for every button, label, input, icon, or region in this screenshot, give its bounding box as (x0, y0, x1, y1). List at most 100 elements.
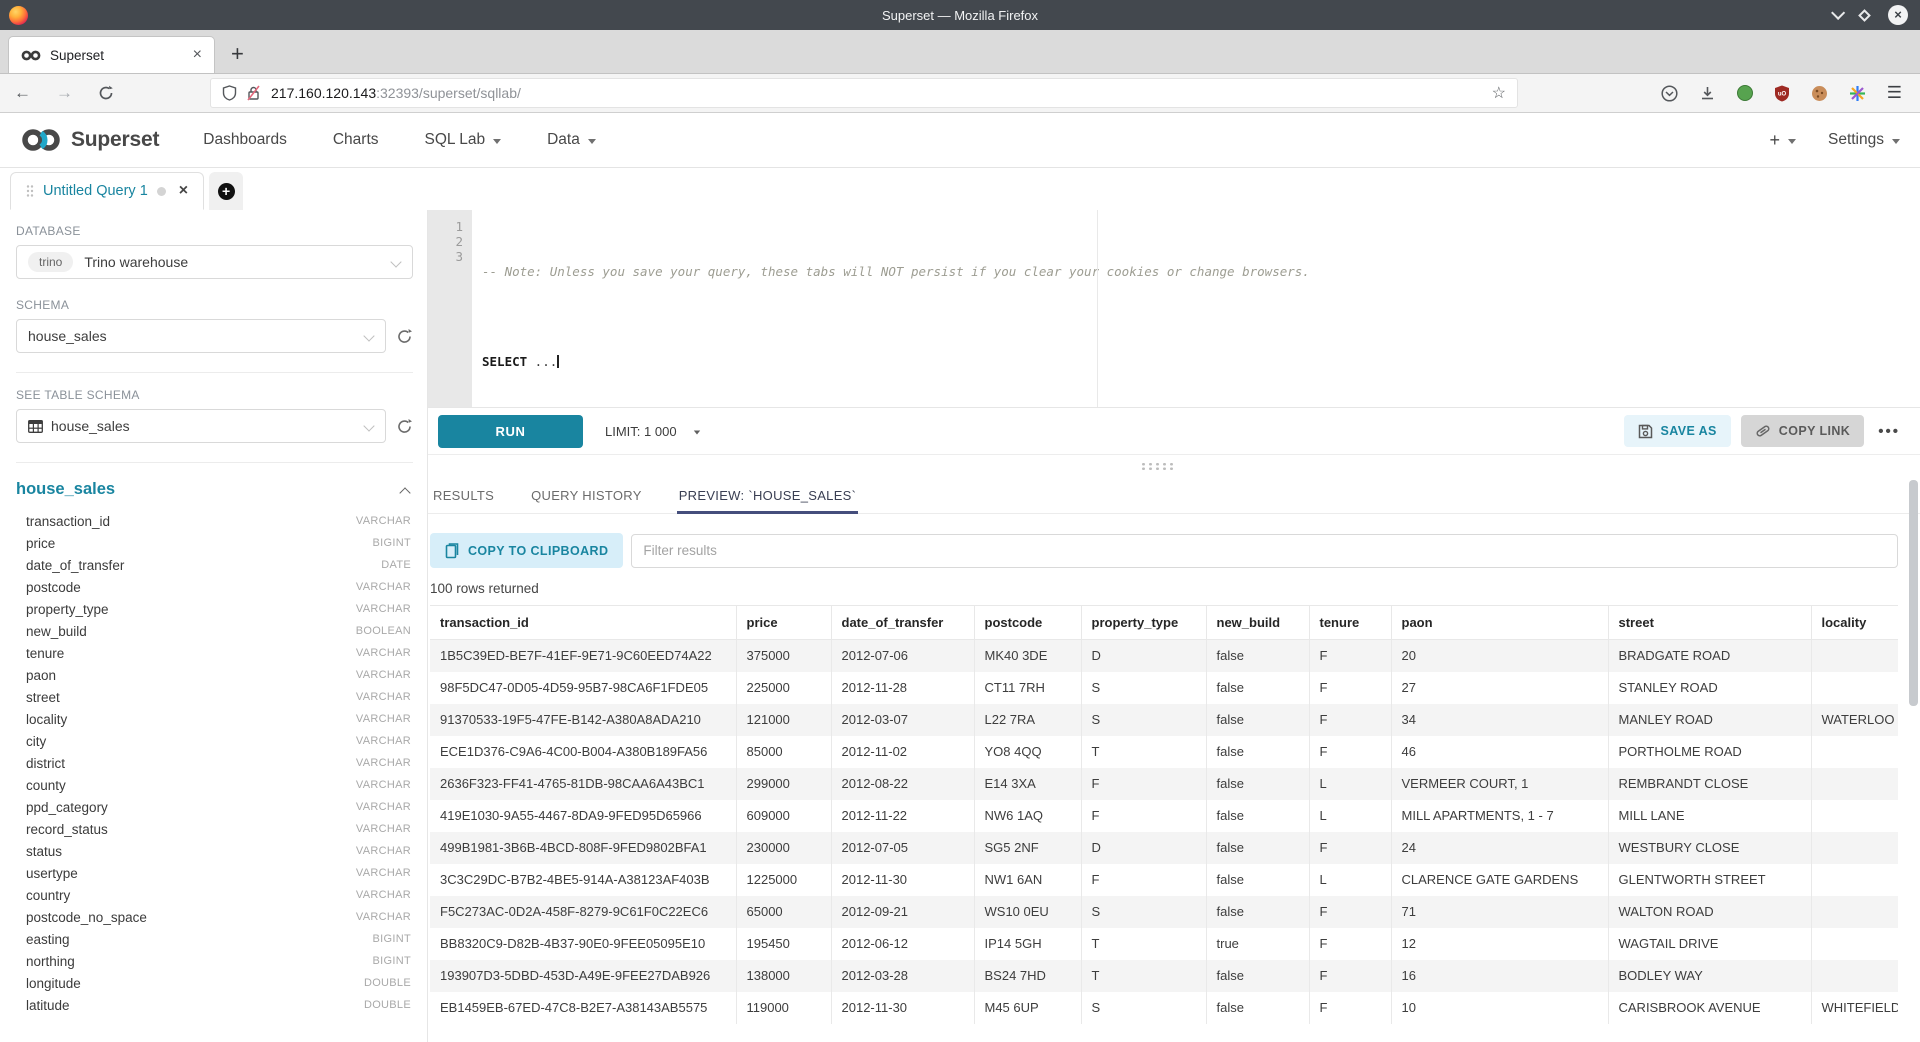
schema-column-row[interactable]: property_typeVARCHAR (16, 598, 413, 620)
nav-item-sql-lab[interactable]: SQL Lab (425, 131, 502, 149)
column-header[interactable]: postcode (974, 606, 1081, 640)
copy-to-clipboard-button[interactable]: COPY TO CLIPBOARD (430, 533, 623, 568)
add-new-button[interactable]: + (1769, 130, 1796, 151)
add-query-tab[interactable]: + (209, 172, 243, 210)
schema-select[interactable]: house_sales (16, 319, 386, 353)
back-icon[interactable]: ← (14, 83, 31, 103)
padlock-crossed-icon[interactable] (246, 85, 261, 101)
run-button[interactable]: RUN (438, 415, 583, 448)
sql-editor[interactable]: 1 2 3 -- Note: Unless you save your quer… (428, 210, 1920, 408)
column-header[interactable]: paon (1391, 606, 1608, 640)
pocket-icon[interactable] (1661, 85, 1678, 102)
page-scrollbar-thumb[interactable] (1909, 480, 1918, 706)
schema-column-row[interactable]: usertypeVARCHAR (16, 862, 413, 884)
superset-brand[interactable]: Superset (20, 126, 159, 154)
table-row[interactable]: 3C3C29DC-B7B2-4BE5-914A-A38123AF403B1225… (430, 864, 1898, 896)
column-header[interactable]: date_of_transfer (831, 606, 974, 640)
schema-column-row[interactable]: streetVARCHAR (16, 686, 413, 708)
window-maximize-icon[interactable] (1858, 9, 1871, 22)
database-select[interactable]: trino Trino warehouse (16, 245, 413, 279)
menu-icon[interactable]: ☰ (1887, 83, 1902, 103)
forward-icon[interactable]: → (56, 83, 73, 103)
cookie-icon[interactable] (1811, 85, 1828, 102)
schema-column-row[interactable]: longitudeDOUBLE (16, 972, 413, 994)
schema-column-row[interactable]: eastingBIGINT (16, 928, 413, 950)
schema-column-row[interactable]: statusVARCHAR (16, 840, 413, 862)
save-as-button[interactable]: SAVE AS (1624, 415, 1731, 447)
nav-item-data[interactable]: Data (547, 131, 596, 149)
table-row[interactable]: 91370533-19F5-47FE-B142-A380A8ADA2101210… (430, 704, 1898, 736)
table-row[interactable]: 193907D3-5DBD-453D-A49E-9FEE27DAB9261380… (430, 960, 1898, 992)
schema-column-row[interactable]: localityVARCHAR (16, 708, 413, 730)
table-row[interactable]: EB1459EB-67ED-47C8-B2E7-A38143AB55751190… (430, 992, 1898, 1024)
table-row[interactable]: BB8320C9-D82B-4B37-90E0-9FEE05095E101954… (430, 928, 1898, 960)
column-header[interactable]: property_type (1081, 606, 1206, 640)
download-icon[interactable] (1699, 85, 1716, 102)
table-schema-heading[interactable]: house_sales (16, 480, 115, 499)
column-header[interactable]: locality (1811, 606, 1898, 640)
window-minimize-icon[interactable] (1831, 6, 1845, 20)
table-row[interactable]: 1B5C39ED-BE7F-41EF-9E71-9C60EED74A223750… (430, 640, 1898, 672)
schema-column-row[interactable]: transaction_idVARCHAR (16, 510, 413, 532)
ublock-icon[interactable]: uO (1774, 85, 1790, 102)
limit-dropdown[interactable]: LIMIT: 1 000 (605, 424, 701, 439)
drag-handle-icon[interactable] (26, 184, 34, 198)
url-bar[interactable]: 217.160.120.143:32393/superset/sqllab/ ☆ (210, 78, 1518, 108)
nav-item-dashboards[interactable]: Dashboards (203, 131, 287, 149)
table-row[interactable]: 98F5DC47-0D05-4D59-95B7-98CA6F1FDE052250… (430, 672, 1898, 704)
south-tab-results[interactable]: RESULTS (431, 477, 496, 513)
table-row[interactable]: ECE1D376-C9A6-4C00-B004-A380B189FA568500… (430, 736, 1898, 768)
south-tab-query-history[interactable]: QUERY HISTORY (529, 477, 644, 513)
south-tab-preview[interactable]: PREVIEW: `HOUSE_SALES` (677, 477, 859, 513)
nav-item-label: Dashboards (203, 131, 287, 149)
filter-results-input[interactable] (631, 534, 1898, 568)
editor-code-area[interactable]: -- Note: Unless you save your query, the… (472, 210, 1920, 407)
schema-column-row[interactable]: priceBIGINT (16, 532, 413, 554)
reload-icon[interactable] (98, 85, 114, 101)
column-header[interactable]: street (1608, 606, 1811, 640)
column-header[interactable]: transaction_id (430, 606, 736, 640)
schema-column-row[interactable]: paonVARCHAR (16, 664, 413, 686)
column-header[interactable]: price (736, 606, 831, 640)
schema-column-row[interactable]: countryVARCHAR (16, 884, 413, 906)
schema-column-row[interactable]: record_statusVARCHAR (16, 818, 413, 840)
privacy-badger-icon[interactable] (1737, 85, 1753, 101)
schema-column-row[interactable]: northingBIGINT (16, 950, 413, 972)
table-row[interactable]: 419E1030-9A55-4467-8DA9-9FED95D659666090… (430, 800, 1898, 832)
splitter-grip-icon[interactable] (1140, 462, 1174, 470)
browser-tab[interactable]: Superset × (8, 36, 215, 73)
schema-column-row[interactable]: postcodeVARCHAR (16, 576, 413, 598)
collapse-chevron-icon[interactable] (399, 487, 410, 498)
schema-column-row[interactable]: date_of_transferDATE (16, 554, 413, 576)
shield-icon[interactable] (222, 85, 237, 101)
table-row[interactable]: 2636F323-FF41-4765-81DB-98CAA6A43BC12990… (430, 768, 1898, 800)
table-row[interactable]: F5C273AC-0D2A-458F-8279-9C61F0C22EC66500… (430, 896, 1898, 928)
schema-column-row[interactable]: countyVARCHAR (16, 774, 413, 796)
table-select[interactable]: house_sales (16, 409, 386, 443)
nav-item-charts[interactable]: Charts (333, 131, 379, 149)
bookmark-star-icon[interactable]: ☆ (1492, 83, 1506, 103)
column-header[interactable]: new_build (1206, 606, 1309, 640)
refresh-schema-icon[interactable] (396, 328, 413, 345)
schema-column-row[interactable]: districtVARCHAR (16, 752, 413, 774)
schema-column-row[interactable]: cityVARCHAR (16, 730, 413, 752)
copy-link-button[interactable]: COPY LINK (1741, 415, 1864, 447)
tab-close-icon[interactable]: × (193, 46, 202, 64)
schema-column-row[interactable]: postcode_no_spaceVARCHAR (16, 906, 413, 928)
new-tab-button[interactable]: + (231, 41, 244, 67)
column-type: VARCHAR (356, 669, 411, 681)
schema-column-row[interactable]: tenureVARCHAR (16, 642, 413, 664)
schema-column-row[interactable]: ppd_categoryVARCHAR (16, 796, 413, 818)
column-header[interactable]: tenure (1309, 606, 1391, 640)
table-row[interactable]: 499B1981-3B6B-4BCD-808F-9FED9802BFA12300… (430, 832, 1898, 864)
refresh-table-icon[interactable] (396, 418, 413, 435)
settings-menu[interactable]: Settings (1828, 131, 1900, 149)
schema-column-row[interactable]: latitudeDOUBLE (16, 994, 413, 1016)
more-options-icon[interactable]: ••• (1878, 423, 1900, 440)
query-tab-close-icon[interactable]: × (179, 182, 188, 200)
window-close-icon[interactable]: × (1888, 5, 1908, 25)
multi-account-asterisk-icon[interactable] (1849, 85, 1866, 102)
schema-column-row[interactable]: new_buildBOOLEAN (16, 620, 413, 642)
query-tab[interactable]: Untitled Query 1 × (10, 172, 204, 210)
pane-splitter[interactable] (428, 455, 1920, 477)
